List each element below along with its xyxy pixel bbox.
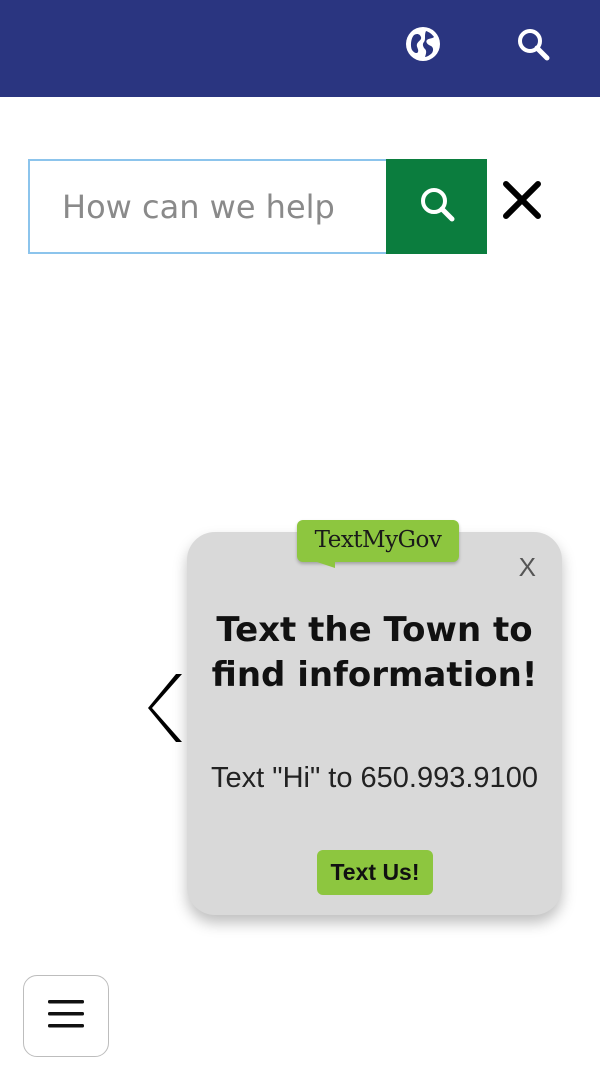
textmygov-logo: TextMyGov	[297, 520, 459, 568]
text-us-button[interactable]: Text Us!	[317, 850, 433, 895]
popup-close-button[interactable]: X	[519, 552, 536, 583]
textmygov-popup: TextMyGov X Text the Town to find inform…	[187, 520, 562, 915]
menu-button[interactable]	[23, 975, 109, 1057]
search-icon	[418, 185, 456, 228]
search-input[interactable]	[28, 159, 386, 254]
search-icon	[515, 26, 551, 67]
header-bar	[0, 0, 600, 97]
chevron-left-icon	[146, 674, 186, 748]
hamburger-menu-icon	[47, 998, 85, 1035]
close-search-button[interactable]	[500, 180, 544, 224]
language-button[interactable]	[401, 24, 445, 68]
popup-instruction: Text "Hi" to 650.993.9100	[211, 762, 538, 794]
globe-icon	[405, 26, 441, 67]
search-submit-button[interactable]	[386, 159, 487, 254]
close-icon	[502, 180, 542, 225]
carousel-prev-button[interactable]	[146, 672, 186, 744]
popup-heading: Text the Town to find information!	[211, 610, 538, 695]
brand-name: TextMyGov	[314, 527, 442, 553]
open-search-button[interactable]	[511, 24, 555, 68]
